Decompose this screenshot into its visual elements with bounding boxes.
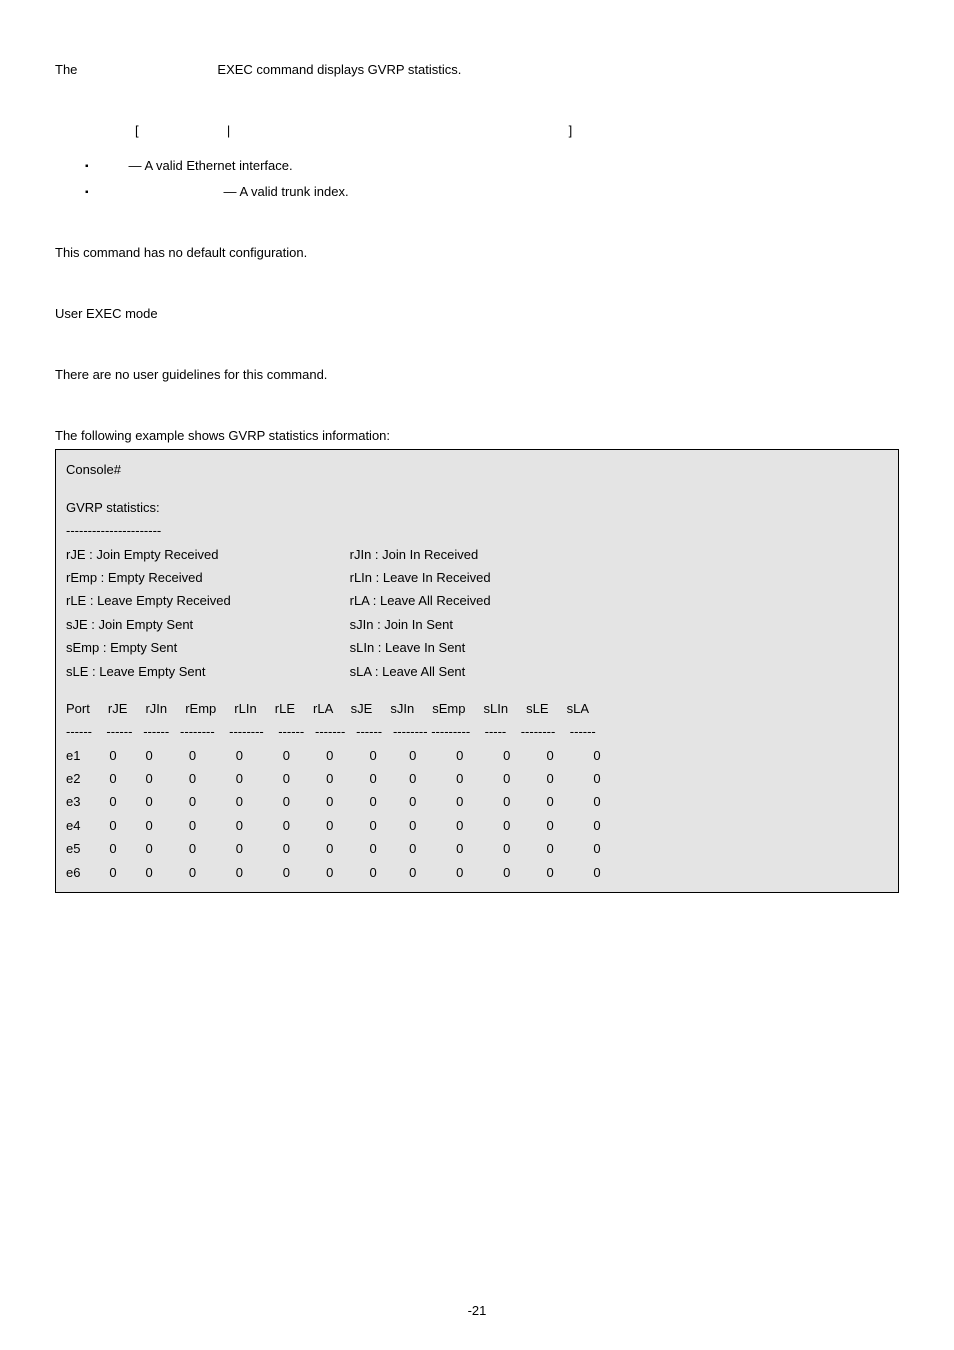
- legend-l3b: rLA : Leave All Received: [350, 589, 491, 612]
- paragraph-example-intro: The following example shows GVRP statist…: [55, 426, 899, 447]
- syntax-lbracket: [: [135, 121, 155, 142]
- paragraph-default-config: This command has no default configuratio…: [55, 243, 899, 264]
- legend-l5b: sLIn : Leave In Sent: [350, 636, 466, 659]
- legend-row-5: sEmp : Empty Sent sLIn : Leave In Sent: [66, 636, 888, 659]
- table-header: Port rJE rJIn rEmp rLIn rLE rLA sJE sJIn…: [66, 697, 888, 720]
- legend-l1a: rJE : Join Empty Received: [66, 543, 346, 566]
- table-row: e2 0 0 0 0 0 0 0 0 0 0 0 0: [66, 767, 888, 790]
- legend-row-6: sLE : Leave Empty Sent sLA : Leave All S…: [66, 660, 888, 683]
- legend-l4a: sJE : Join Empty Sent: [66, 613, 346, 636]
- table-separator: ------ ------ ------ -------- -------- -…: [66, 720, 888, 743]
- intro-left: The: [55, 60, 77, 81]
- paragraph-guidelines: There are no user guidelines for this co…: [55, 365, 899, 386]
- syntax-rbracket: ]: [302, 121, 572, 142]
- intro-right: EXEC command displays GVRP statistics.: [217, 60, 461, 81]
- table-row: e4 0 0 0 0 0 0 0 0 0 0 0 0: [66, 814, 888, 837]
- example-box: Console# GVRP statistics: --------------…: [55, 449, 899, 893]
- bullet-list: ▪ — A valid Ethernet interface. ▪ — A va…: [55, 156, 899, 204]
- legend-l2b: rLIn : Leave In Received: [350, 566, 491, 589]
- syntax-pipe: |: [159, 121, 299, 142]
- legend-l6b: sLA : Leave All Sent: [350, 660, 466, 683]
- legend-row-4: sJE : Join Empty Sent sJIn : Join In Sen…: [66, 613, 888, 636]
- legend-l3a: rLE : Leave Empty Received: [66, 589, 346, 612]
- legend-row-2: rEmp : Empty Received rLIn : Leave In Re…: [66, 566, 888, 589]
- dashes: ----------------------: [66, 519, 888, 542]
- bullet-text-2: — A valid trunk index.: [129, 182, 349, 203]
- legend-l2a: rEmp : Empty Received: [66, 566, 346, 589]
- legend-l4b: sJIn : Join In Sent: [350, 613, 453, 636]
- legend-l5a: sEmp : Empty Sent: [66, 636, 346, 659]
- paragraph-mode: User EXEC mode: [55, 304, 899, 325]
- legend-row-3: rLE : Leave Empty Received rLA : Leave A…: [66, 589, 888, 612]
- list-item: ▪ — A valid trunk index.: [85, 182, 899, 203]
- syntax-row: [ | ]: [55, 121, 899, 142]
- bullet-icon: ▪: [85, 185, 89, 203]
- table-row: e5 0 0 0 0 0 0 0 0 0 0 0 0: [66, 837, 888, 860]
- legend-row-1: rJE : Join Empty Received rJIn : Join In…: [66, 543, 888, 566]
- page-number: -21: [0, 1301, 954, 1322]
- bullet-text-1: — A valid Ethernet interface.: [129, 156, 293, 177]
- table-row: e6 0 0 0 0 0 0 0 0 0 0 0 0: [66, 861, 888, 884]
- table-row: e1 0 0 0 0 0 0 0 0 0 0 0 0: [66, 744, 888, 767]
- legend-l6a: sLE : Leave Empty Sent: [66, 660, 346, 683]
- gvrp-stats-title: GVRP statistics:: [66, 496, 888, 519]
- list-item: ▪ — A valid Ethernet interface.: [85, 156, 899, 177]
- bullet-icon: ▪: [85, 159, 89, 177]
- console-prompt: Console#: [66, 458, 888, 481]
- legend-l1b: rJIn : Join In Received: [350, 543, 479, 566]
- table-row: e3 0 0 0 0 0 0 0 0 0 0 0 0: [66, 790, 888, 813]
- intro-row: The EXEC command displays GVRP statistic…: [55, 60, 899, 81]
